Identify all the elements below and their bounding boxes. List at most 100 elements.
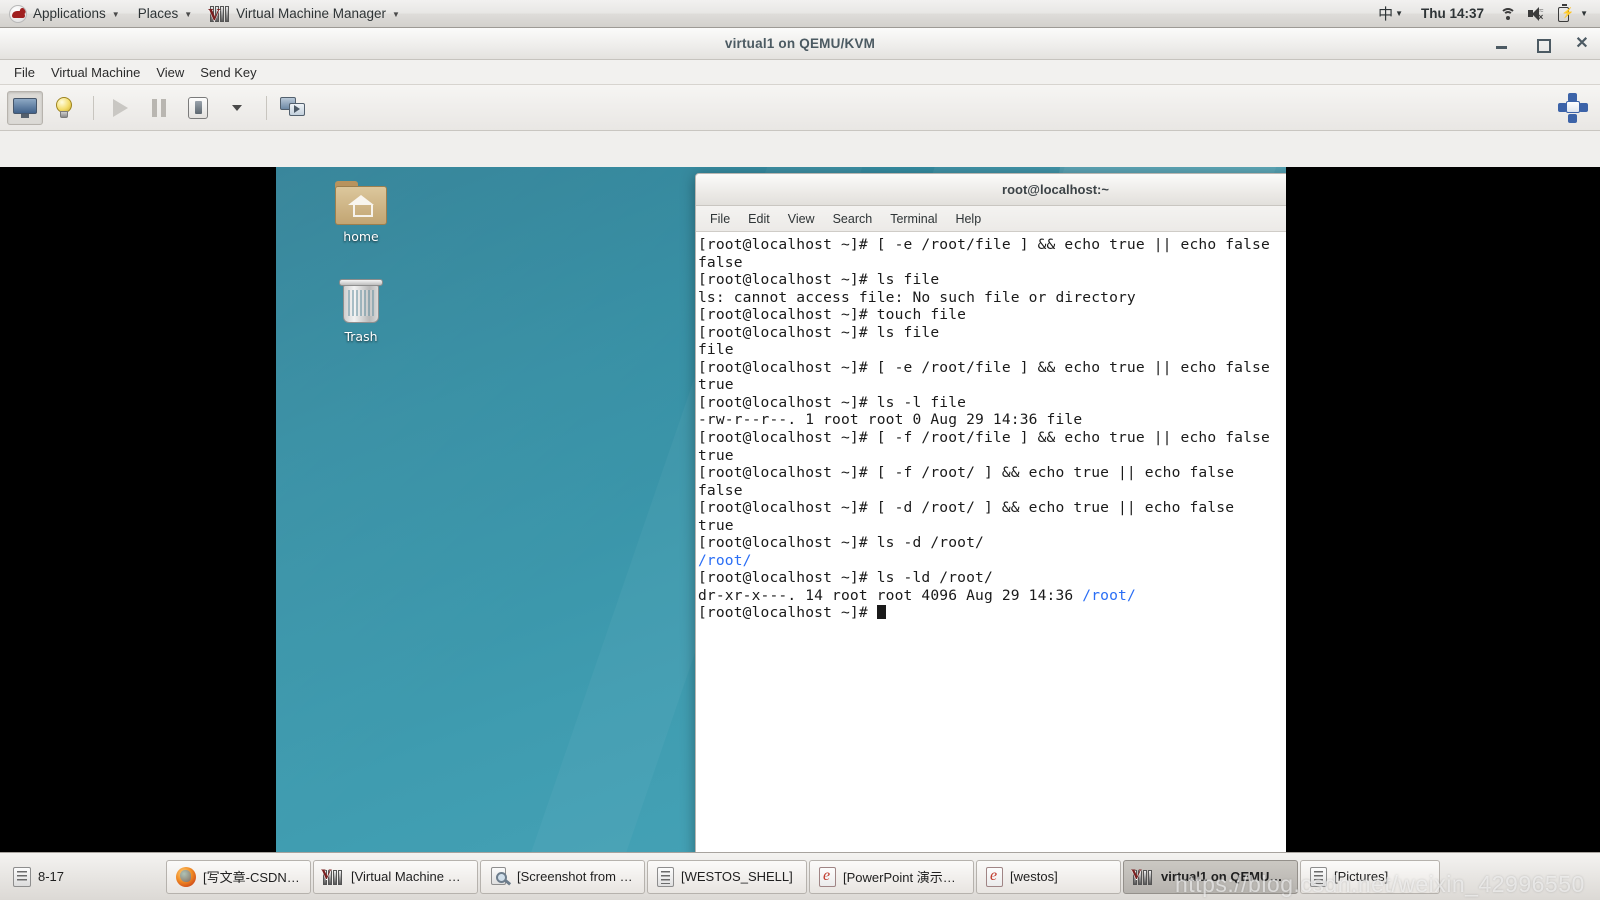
- virt-manager-window: virtual1 on QEMU/KVM ✕ File Virtual Mach…: [0, 28, 1600, 880]
- shutdown-menu-button[interactable]: [219, 91, 255, 125]
- chevron-down-icon: [232, 104, 242, 111]
- chevron-down-icon[interactable]: ▼: [1395, 9, 1403, 18]
- chevron-down-icon[interactable]: ▼: [1580, 9, 1588, 18]
- snapshots-button[interactable]: [275, 91, 311, 125]
- battery-charging-icon[interactable]: ⚡: [1555, 4, 1574, 23]
- taskbar-item-westos-shell[interactable]: [WESTOS_SHELL]: [647, 859, 807, 894]
- terminal-line: [root@localhost ~]# ls -l file: [698, 394, 1286, 412]
- terminal-text: [root@localhost ~]# ls -l file: [698, 393, 967, 411]
- places-menu[interactable]: Places ▼: [129, 0, 201, 27]
- shutdown-button[interactable]: [180, 91, 216, 125]
- menu-view[interactable]: View: [148, 60, 192, 85]
- terminal-text: [root@localhost ~]# [ -f /root/file ] &&…: [698, 429, 1270, 447]
- gnome-terminal-window[interactable]: root@localhost:~ ✕ File Edit View Search…: [695, 173, 1286, 861]
- screenshot-icon: [490, 866, 512, 887]
- terminal-line: -rw-r--r--. 1 root root 0 Aug 29 14:36 f…: [698, 411, 1286, 429]
- applications-menu[interactable]: Applications ▼: [0, 0, 129, 27]
- panel-left-group: Applications ▼ Places ▼ V Virtual Machin…: [0, 0, 409, 27]
- guest-desktop[interactable]: home Trash root@localhost:~ ✕: [276, 167, 1286, 880]
- run-button[interactable]: [102, 91, 138, 125]
- terminal-menu-view[interactable]: View: [779, 206, 824, 232]
- taskbar-item-label: [WESTOS_SHELL]: [681, 869, 793, 884]
- desktop-icon-trash[interactable]: Trash: [318, 279, 404, 344]
- terminal-menu-terminal[interactable]: Terminal: [881, 206, 946, 232]
- monitor-icon: [13, 97, 37, 118]
- terminal-text: [root@localhost ~]# [ -f /root/ ] && ech…: [698, 464, 1235, 482]
- maximize-button[interactable]: [1534, 36, 1551, 53]
- desktop-icon-label: Trash: [344, 329, 378, 344]
- terminal-line: /root/: [698, 552, 1286, 570]
- fullscreen-icon[interactable]: [1558, 93, 1588, 123]
- terminal-menu-file[interactable]: File: [701, 206, 739, 232]
- terminal-text: dr-xr-x---. 14 root root 4096 Aug 29 14:…: [698, 586, 1083, 604]
- terminal-body[interactable]: [root@localhost ~]# [ -e /root/file ] &&…: [696, 232, 1286, 860]
- vmm-window-title: virtual1 on QEMU/KVM: [724, 36, 876, 51]
- document-icon: [657, 866, 674, 887]
- terminal-text: [root@localhost ~]# ls -d /root/: [698, 534, 984, 552]
- show-console-button[interactable]: [7, 90, 43, 125]
- clock[interactable]: Thu 14:37: [1411, 6, 1494, 21]
- taskbar-item-firefox[interactable]: [写文章-CSDN…: [166, 859, 311, 894]
- vmm-menubar: File Virtual Machine View Send Key: [0, 60, 1600, 85]
- taskbar-item-pictures[interactable]: [Pictures]: [1300, 859, 1440, 894]
- terminal-menu-search[interactable]: Search: [824, 206, 882, 232]
- toolbar-separator: [93, 95, 94, 120]
- input-method-indicator[interactable]: 中: [1378, 3, 1395, 24]
- play-icon: [112, 98, 128, 117]
- terminal-line: [root@localhost ~]# [ -e /root/file ] &&…: [698, 359, 1286, 377]
- terminal-line: true: [698, 376, 1286, 394]
- vmm-window-controls: ✕: [1494, 28, 1590, 59]
- terminal-text: [root@localhost ~]# [ -e /root/file ] &&…: [698, 236, 1270, 253]
- terminal-text: [root@localhost ~]# touch file: [698, 306, 967, 324]
- terminal-menu-help[interactable]: Help: [946, 206, 990, 232]
- terminal-text: ls: cannot access file: No such file or …: [698, 288, 1136, 306]
- terminal-text: [root@localhost ~]# ls file: [698, 271, 940, 289]
- terminal-line: dr-xr-x---. 14 root root 4096 Aug 29 14:…: [698, 587, 1286, 605]
- wifi-icon[interactable]: [1499, 5, 1517, 23]
- applications-menu-label: Applications: [33, 6, 106, 21]
- screens-icon: [280, 96, 306, 119]
- desktop-icon-home[interactable]: home: [318, 181, 404, 244]
- places-menu-label: Places: [137, 6, 179, 21]
- menu-file[interactable]: File: [6, 60, 43, 85]
- vmm-icon: V: [1131, 867, 1154, 885]
- terminal-line: [root@localhost ~]# [ -e /root/file ] &&…: [698, 236, 1286, 254]
- pause-button[interactable]: [141, 91, 177, 125]
- terminal-line: [root@localhost ~]# [ -f /root/file ] &&…: [698, 429, 1286, 447]
- chevron-down-icon: ▼: [392, 10, 400, 19]
- terminal-text: true: [698, 516, 734, 534]
- host-taskbar: 8-17 [写文章-CSDN… V [Virtual Machine M… [S…: [0, 852, 1600, 900]
- taskbar-item-label: [Pictures]: [1334, 869, 1389, 884]
- close-button[interactable]: ✕: [1574, 35, 1590, 52]
- minimize-button[interactable]: [1494, 36, 1510, 52]
- panel-right-group: 中 ▼ Thu 14:37 ≈ × ⚡ ▼: [1378, 0, 1600, 27]
- taskbar-item-virtual1[interactable]: V virtual1 on QEMU…: [1123, 859, 1298, 894]
- terminal-text: [root@localhost ~]# ls file: [698, 323, 940, 341]
- active-app-title: Virtual Machine Manager: [236, 6, 387, 21]
- taskbar-item-powerpoint[interactable]: [PowerPoint 演示…: [809, 859, 974, 894]
- terminal-output[interactable]: [root@localhost ~]# [ -e /root/file ] &&…: [696, 232, 1286, 860]
- terminal-text: false: [698, 253, 743, 271]
- menu-send-key[interactable]: Send Key: [192, 60, 264, 85]
- terminal-line: false: [698, 254, 1286, 272]
- guest-viewport[interactable]: home Trash root@localhost:~ ✕: [0, 167, 1600, 880]
- taskbar-item-screenshot[interactable]: [Screenshot from …: [480, 859, 645, 894]
- terminal-line: [root@localhost ~]# ls file: [698, 324, 1286, 342]
- taskbar-item-westos[interactable]: [westos]: [976, 859, 1121, 894]
- speaker-muted-icon[interactable]: ≈ ×: [1527, 5, 1545, 23]
- show-details-button[interactable]: [46, 91, 82, 125]
- menu-virtual-machine[interactable]: Virtual Machine: [43, 60, 148, 85]
- terminal-window-title: root@localhost:~: [1002, 182, 1109, 197]
- pause-icon: [151, 98, 167, 117]
- active-app-menu[interactable]: V Virtual Machine Manager ▼: [201, 0, 409, 27]
- toolbar-separator: [266, 95, 267, 120]
- vmm-icon: V: [321, 867, 344, 885]
- powerpoint-icon: [819, 866, 836, 887]
- viewport-letterbox-right: [1286, 167, 1600, 880]
- gnome-top-panel: Applications ▼ Places ▼ V Virtual Machin…: [0, 0, 1600, 28]
- taskbar-item-files[interactable]: 8-17: [4, 860, 164, 894]
- taskbar-item-virt-manager[interactable]: V [Virtual Machine M…: [313, 859, 478, 894]
- terminal-cursor: [876, 605, 886, 620]
- terminal-line: true: [698, 517, 1286, 535]
- terminal-menu-edit[interactable]: Edit: [739, 206, 779, 232]
